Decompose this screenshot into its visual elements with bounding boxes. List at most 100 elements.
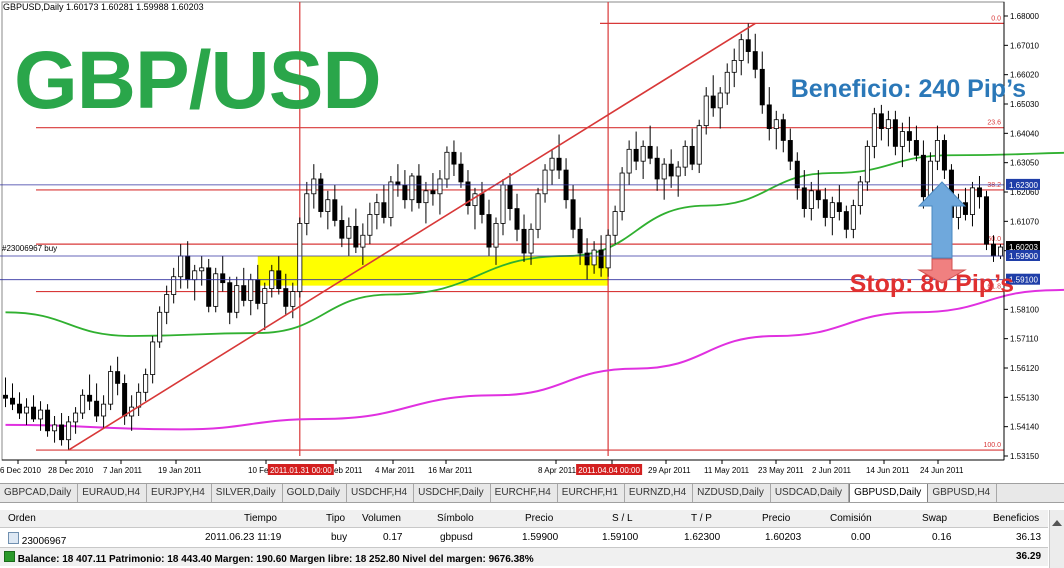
- candle-body: [507, 184, 513, 209]
- candle-body: [633, 148, 639, 162]
- candle-body: [794, 160, 800, 189]
- y-tick-label-5: 1.63050: [1010, 159, 1039, 168]
- candle-body: [703, 95, 709, 127]
- candle-body: [374, 202, 380, 215]
- candle-body: [864, 145, 870, 183]
- tab-silver-daily[interactable]: SILVER,Daily: [212, 484, 283, 502]
- candle-body: [990, 243, 996, 257]
- candle-body: [654, 157, 660, 180]
- candle-body: [220, 273, 226, 284]
- y-tick-label-0: 1.68000: [1010, 12, 1039, 21]
- candle-body: [927, 160, 933, 198]
- x-tick-label-12: 23 May 2011: [758, 466, 804, 475]
- tab-gbpcad-daily[interactable]: GBPCAD,Daily: [0, 484, 79, 502]
- candle-body: [192, 270, 198, 281]
- col-sl[interactable]: S / L: [612, 513, 633, 524]
- terminal-panel: Orden Tiempo Tipo Volumen Símbolo Precio…: [0, 503, 1064, 568]
- y-tick-label-12: 1.56120: [1010, 364, 1039, 373]
- col-tp[interactable]: T / P: [691, 513, 712, 524]
- candle-body: [73, 412, 79, 423]
- tab-eurjpy-h4[interactable]: EURJPY,H4: [147, 484, 212, 502]
- candle-body: [283, 288, 289, 307]
- candle-body: [409, 175, 415, 201]
- candle-body: [122, 383, 128, 417]
- order-row[interactable]: 23006967 2011.06.23 11:19 buy 0.17 gbpus…: [0, 529, 1048, 547]
- col-tiempo[interactable]: Tiempo: [244, 513, 277, 524]
- candle-body: [395, 181, 401, 186]
- candle-body: [983, 196, 989, 245]
- candle-body: [3, 394, 9, 399]
- col-comision[interactable]: Comisión: [830, 513, 872, 524]
- candle-body: [381, 202, 387, 218]
- candle-body: [556, 157, 562, 171]
- x-tick-label-7: 16 Mar 2011: [428, 466, 473, 475]
- x-tick-label-10: 29 Apr 2011: [648, 466, 691, 475]
- candle-body: [619, 172, 625, 212]
- chart-tabs: GBPCAD,Daily EURAUD,H4 EURJPY,H4 SILVER,Dai…: [0, 483, 1064, 503]
- fib-label-2: 38.2: [987, 182, 1001, 189]
- order-tp: 1.62300: [684, 532, 721, 543]
- candle-body: [101, 403, 107, 417]
- candle-body: [479, 193, 485, 215]
- col-precio[interactable]: Precio: [525, 513, 553, 524]
- fib-label-1: 23.6: [987, 120, 1001, 127]
- candle-body: [787, 140, 793, 162]
- order-time: 2011.06.23 11:19: [205, 532, 282, 543]
- x-marker-label-0: 2011.01.31 00:00: [270, 466, 332, 475]
- price-chart[interactable]: GBPUSD,Daily 1.60173 1.60281 1.59988 1.6…: [0, 0, 1064, 483]
- candle-body: [437, 178, 443, 195]
- candle-body: [416, 175, 422, 204]
- candle-body: [549, 157, 555, 171]
- candle-body: [255, 279, 261, 304]
- tab-euraud-h4[interactable]: EURAUD,H4: [78, 484, 148, 502]
- tab-eurnzd-h4[interactable]: EURNZD,H4: [625, 484, 694, 502]
- candle-body: [542, 169, 548, 195]
- candle-body: [766, 104, 772, 129]
- candle-body: [346, 225, 352, 239]
- balance-cell: Balance: 18 407.11 Patrimonio: 18 443.40…: [4, 551, 534, 565]
- col-swap[interactable]: Swap: [922, 513, 947, 524]
- y-tick-label-15: 1.53150: [1010, 452, 1039, 461]
- tab-eurchf-h4[interactable]: EURCHF,H4: [491, 484, 558, 502]
- tab-nzdusd-daily[interactable]: NZDUSD,Daily: [693, 484, 771, 502]
- candle-body: [353, 225, 359, 248]
- col-orden[interactable]: Orden: [8, 513, 36, 524]
- col-tipo[interactable]: Tipo: [326, 513, 345, 524]
- balance-text: Balance: 18 407.11 Patrimonio: 18 443.40…: [17, 554, 534, 565]
- candle-body: [535, 193, 541, 230]
- terminal-scrollbar[interactable]: [1049, 510, 1064, 568]
- candle-body: [241, 285, 247, 301]
- col-precio2[interactable]: Precio: [762, 513, 790, 524]
- tab-gold-daily[interactable]: GOLD,Daily: [283, 484, 347, 502]
- tab-usdchf-h4[interactable]: USDCHF,H4: [347, 484, 415, 502]
- tab-usdchf-daily[interactable]: USDCHF,Daily: [414, 484, 491, 502]
- col-volumen[interactable]: Volumen: [362, 513, 401, 524]
- candle-body: [185, 255, 191, 281]
- candle-body: [206, 267, 212, 307]
- tab-gbpusd-h4[interactable]: GBPUSD,H4: [928, 484, 998, 502]
- col-beneficios[interactable]: Beneficios: [993, 513, 1039, 524]
- candle-body: [297, 223, 303, 292]
- candle-body: [738, 39, 744, 61]
- candle-body: [493, 223, 499, 248]
- order-symbol: gbpusd: [440, 532, 473, 543]
- order-volume: 0.17: [383, 532, 403, 543]
- candle-body: [17, 403, 23, 414]
- x-tick-label-13: 2 Jun 2011: [812, 466, 852, 475]
- tab-gbpusd-daily[interactable]: GBPUSD,Daily: [849, 484, 929, 502]
- candle-body: [227, 282, 233, 313]
- candle-body: [500, 184, 506, 224]
- candle: [213, 267, 219, 313]
- candle-body: [731, 60, 737, 73]
- scroll-up-icon[interactable]: [1052, 520, 1062, 526]
- tab-usdcad-daily[interactable]: USDCAD,Daily: [771, 484, 850, 502]
- y-tick-label-13: 1.55130: [1010, 393, 1039, 402]
- candle-body: [941, 140, 947, 171]
- candle-body: [199, 267, 205, 272]
- candle-body: [87, 394, 93, 402]
- y-tick-label-14: 1.54140: [1010, 423, 1039, 432]
- col-simbolo[interactable]: Símbolo: [437, 513, 474, 524]
- candle-body: [360, 234, 366, 248]
- candle-body: [857, 181, 863, 207]
- tab-eurchf-h1[interactable]: EURCHF,H1: [558, 484, 625, 502]
